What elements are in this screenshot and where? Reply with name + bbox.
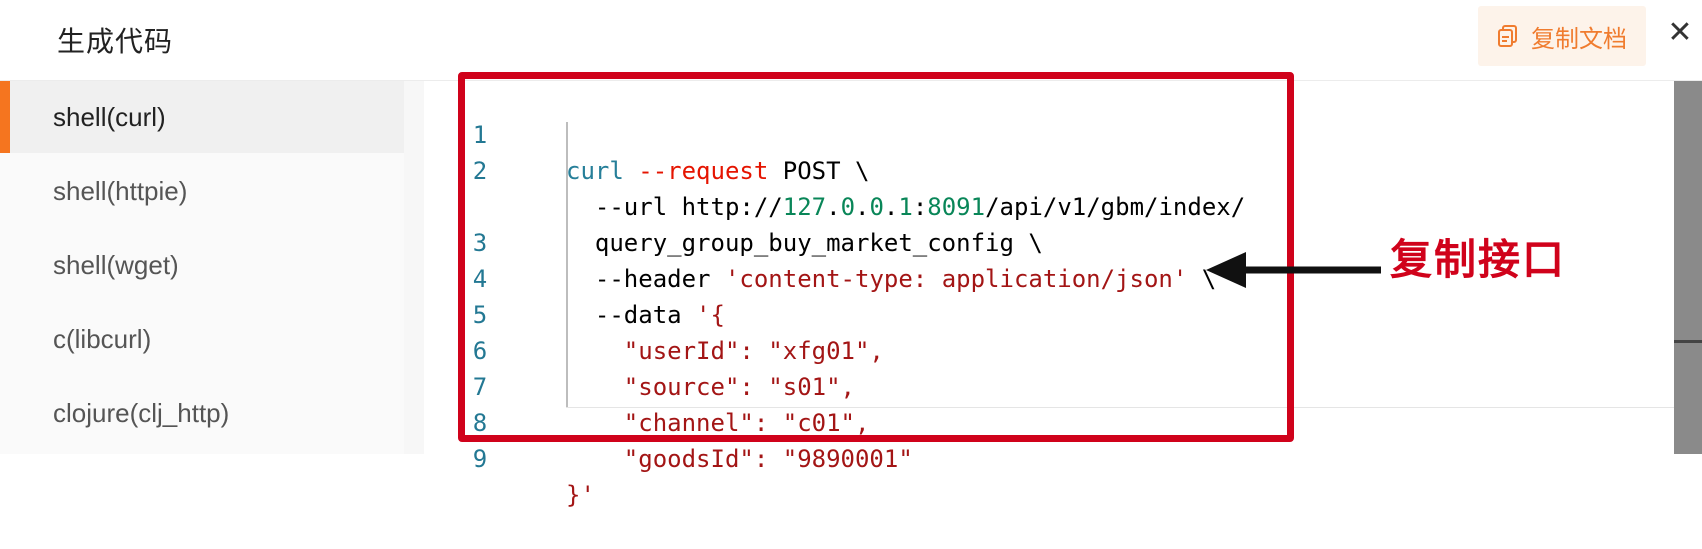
sidebar-item-label: shell(curl) — [53, 101, 166, 132]
copy-icon — [1498, 25, 1517, 47]
close-icon[interactable]: ✕ — [1665, 18, 1695, 48]
panel-divider — [404, 81, 424, 454]
copy-document-label: 复制文档 — [1531, 24, 1627, 53]
editor-scrollbar[interactable] — [1674, 81, 1702, 454]
code-text: "goodsId": "9890001" — [566, 445, 913, 473]
language-sidebar: shell(curl) shell(httpie) shell(wget) c(… — [0, 81, 404, 454]
sidebar-item-shell-curl[interactable]: shell(curl) — [0, 81, 404, 153]
dialog-header: 生成代码 复制文档 ✕ — [0, 0, 1702, 81]
sidebar-item-c-libcurl[interactable]: c(libcurl) — [0, 303, 404, 375]
sidebar-item-label: shell(httpie) — [53, 175, 188, 206]
code-highlight-box — [458, 72, 1294, 442]
sidebar-item-label: shell(wget) — [53, 249, 179, 280]
sidebar-item-shell-httpie[interactable]: shell(httpie) — [0, 155, 404, 227]
scrollbar-marker — [1674, 340, 1702, 343]
sidebar-item-clojure-clj-http[interactable]: clojure(clj_http) — [0, 377, 404, 449]
copy-document-button[interactable]: 复制文档 — [1478, 6, 1646, 66]
sidebar-item-label: clojure(clj_http) — [53, 397, 230, 428]
sidebar-item-shell-wget[interactable]: shell(wget) — [0, 229, 404, 301]
line-number: 9 — [472, 445, 488, 473]
left-arrow-icon — [1206, 252, 1381, 288]
code-text: }' — [566, 481, 595, 509]
annotation-label: 复制接口 — [1390, 235, 1567, 284]
sidebar-item-label: c(libcurl) — [53, 323, 152, 354]
dialog-title: 生成代码 — [57, 25, 174, 58]
